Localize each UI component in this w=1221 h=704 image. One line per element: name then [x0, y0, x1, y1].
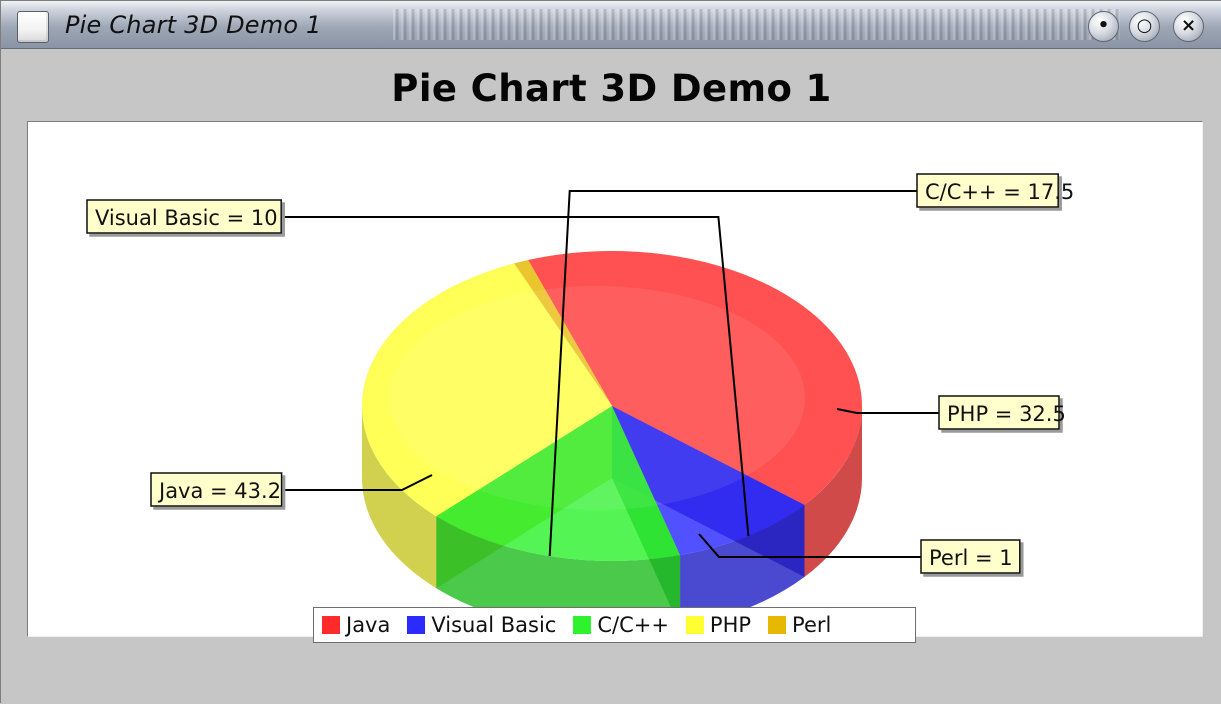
- legend-item-perl: Perl: [768, 613, 831, 637]
- pie-top-layer: [361, 250, 863, 561]
- pie-label-text-perl: Perl = 1: [929, 546, 1013, 570]
- legend-item-php: PHP: [685, 613, 752, 637]
- legend-label-c-c: C/C++: [597, 613, 669, 637]
- legend-label-visual-basic: Visual Basic: [431, 613, 557, 637]
- legend-swatch-visual-basic: [407, 616, 426, 634]
- pie-label-text-visual-basic: Visual Basic = 10: [95, 206, 278, 230]
- pie-label-php: PHP = 32.5: [938, 395, 1066, 430]
- legend-item-java: Java: [322, 613, 390, 637]
- pie-label-text-java: Java = 43.2: [157, 479, 281, 503]
- legend-item-visual-basic: Visual Basic: [407, 613, 556, 637]
- legend-item-c-c: C/C++: [573, 613, 669, 637]
- chart-window: Pie Chart 3D Demo 1 • ○ × Pie Chart 3D D…: [0, 0, 1221, 704]
- pie-chart-svg: Java = 43.2 Visual Basic = 10 C/C++ = 17.5…: [86, 173, 1074, 633]
- legend-label-php: PHP: [709, 613, 752, 637]
- legend-swatch-php: [685, 616, 704, 634]
- legend-swatch-c-c: [573, 616, 592, 634]
- legend-swatch-java: [322, 616, 340, 634]
- legend-label-perl: Perl: [792, 613, 832, 637]
- pie-label-text-php: PHP = 32.5: [947, 402, 1066, 426]
- pie-label-text-c-c: C/C++ = 17.5: [925, 180, 1074, 204]
- pie-label-java: Java = 43.2: [150, 472, 283, 507]
- pie-label-perl: Perl = 1: [920, 539, 1021, 574]
- legend-label-java: Java: [346, 613, 391, 637]
- pie-label-c-c: C/C++ = 17.5: [916, 173, 1074, 208]
- legend-swatch-perl: [768, 616, 787, 634]
- pie-label-visual-basic: Visual Basic = 10: [86, 199, 282, 234]
- chart-legend: Java Visual Basic C/C++ PHP Perl: [313, 607, 916, 643]
